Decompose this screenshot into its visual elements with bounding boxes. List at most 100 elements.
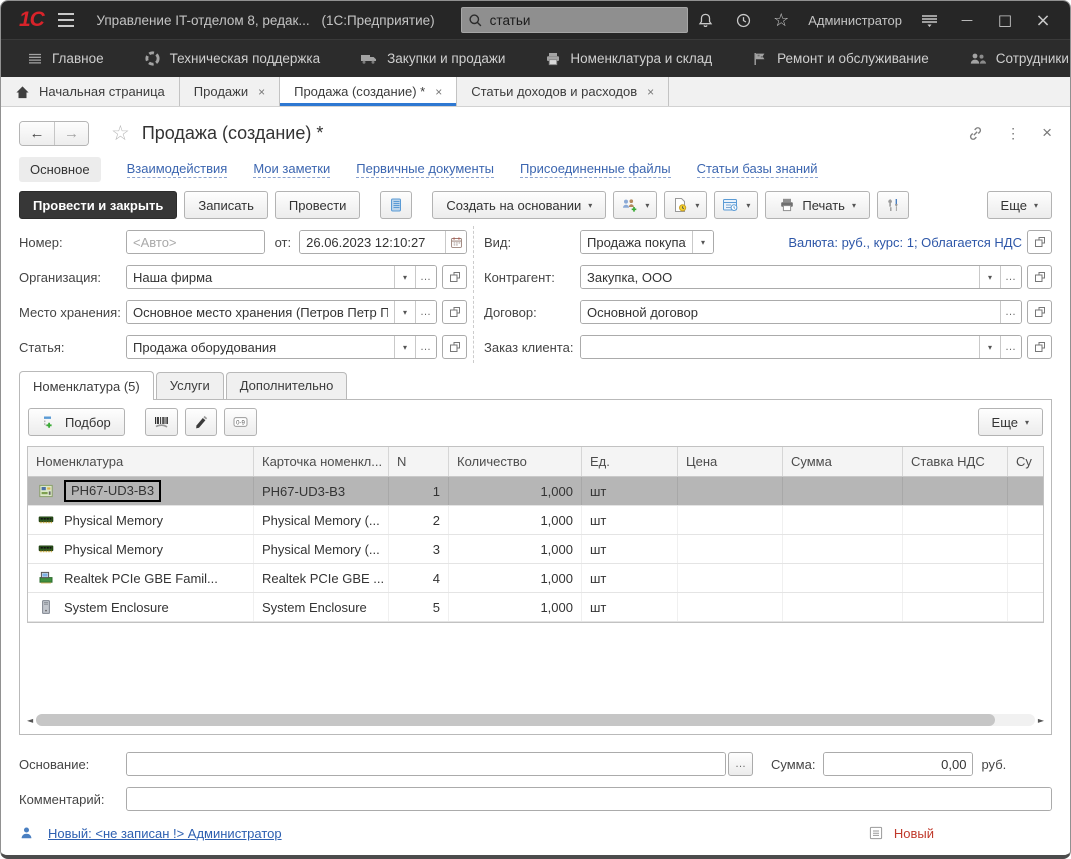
cell-price[interactable] bbox=[678, 506, 783, 534]
tab-income-expense-articles[interactable]: Статьи доходов и расходов × bbox=[457, 77, 669, 106]
navlink-attached-files[interactable]: Присоединенные файлы bbox=[520, 161, 671, 178]
col-n[interactable]: N bbox=[389, 447, 449, 476]
section-repair-service[interactable]: Ремонт и обслуживание bbox=[732, 40, 949, 77]
cell-qty[interactable]: 1,000 bbox=[449, 564, 582, 592]
tab-nomenclature[interactable]: Номенклатура (5) bbox=[19, 371, 154, 400]
main-menu-icon[interactable] bbox=[58, 13, 75, 27]
open-storage-place-icon[interactable] bbox=[442, 300, 467, 324]
choose-ellipsis-icon[interactable]: … bbox=[415, 336, 436, 358]
article-input[interactable] bbox=[127, 336, 394, 358]
tab-additional[interactable]: Дополнительно bbox=[226, 372, 348, 399]
cell-unit[interactable]: шт bbox=[582, 477, 678, 505]
minimize-button[interactable]: — bbox=[950, 6, 984, 34]
get-link-icon[interactable] bbox=[967, 125, 984, 142]
navlink-my-notes[interactable]: Мои заметки bbox=[253, 161, 330, 178]
movements-icon-button[interactable] bbox=[380, 191, 412, 219]
cell-vat-rate[interactable] bbox=[903, 506, 1008, 534]
table-row[interactable]: Realtek PCIe GBE Famil... Realtek PCIe G… bbox=[28, 564, 1043, 593]
counterparty-input[interactable] bbox=[581, 266, 979, 288]
storage-place-input[interactable] bbox=[127, 301, 394, 323]
contract-input[interactable] bbox=[581, 301, 1000, 323]
tab-home[interactable]: Начальная страница bbox=[1, 77, 180, 106]
cell-card[interactable]: Physical Memory (... bbox=[254, 506, 389, 534]
dropdown-caret-icon[interactable]: ▾ bbox=[394, 266, 415, 288]
close-tab-icon[interactable]: × bbox=[258, 85, 265, 99]
dropdown-caret-icon[interactable]: ▾ bbox=[979, 266, 1000, 288]
cell-vat-sum[interactable] bbox=[1008, 593, 1043, 621]
current-user[interactable]: Администратор bbox=[808, 13, 902, 28]
cell-n[interactable]: 3 bbox=[389, 535, 449, 563]
cell-vat-rate[interactable] bbox=[903, 535, 1008, 563]
cell-sum[interactable] bbox=[783, 564, 903, 592]
choose-ellipsis-icon[interactable]: … bbox=[415, 301, 436, 323]
open-counterparty-icon[interactable] bbox=[1027, 265, 1052, 289]
col-nomenclature[interactable]: Номенклатура bbox=[28, 447, 254, 476]
cell-card[interactable]: System Enclosure bbox=[254, 593, 389, 621]
cell-sum[interactable] bbox=[783, 477, 903, 505]
favorites-star-icon[interactable]: ☆ bbox=[764, 6, 798, 34]
cell-qty[interactable]: 1,000 bbox=[449, 535, 582, 563]
tab-sale-create[interactable]: Продажа (создание) * × bbox=[280, 77, 457, 106]
open-currency-icon[interactable] bbox=[1027, 230, 1052, 254]
cell-qty[interactable]: 1,000 bbox=[449, 506, 582, 534]
cell-unit[interactable]: шт bbox=[582, 535, 678, 563]
col-price[interactable]: Цена bbox=[678, 447, 783, 476]
barcode-scanner-icon-button[interactable] bbox=[145, 408, 178, 436]
cell-name[interactable]: Physical Memory bbox=[56, 506, 254, 534]
dropdown-caret-icon[interactable]: ▾ bbox=[394, 336, 415, 358]
close-tab-icon[interactable]: × bbox=[647, 85, 654, 99]
cell-name[interactable]: Physical Memory bbox=[56, 535, 254, 563]
open-contract-icon[interactable] bbox=[1027, 300, 1052, 324]
back-button[interactable]: ← bbox=[20, 122, 54, 145]
cell-n[interactable]: 4 bbox=[389, 564, 449, 592]
cell-vat-sum[interactable] bbox=[1008, 477, 1043, 505]
contact-actions-button[interactable]: ▾ bbox=[613, 191, 657, 219]
open-organization-icon[interactable] bbox=[442, 265, 467, 289]
col-unit[interactable]: Ед. bbox=[582, 447, 678, 476]
data-collection-terminal-icon-button[interactable] bbox=[185, 408, 217, 436]
scroll-left-icon[interactable]: ◄ bbox=[27, 716, 33, 725]
cell-vat-rate[interactable] bbox=[903, 477, 1008, 505]
cell-vat-sum[interactable] bbox=[1008, 564, 1043, 592]
choose-ellipsis-icon[interactable]: … bbox=[415, 266, 436, 288]
cell-name[interactable]: System Enclosure bbox=[56, 593, 254, 621]
navlink-knowledge-base[interactable]: Статьи базы знаний bbox=[697, 161, 818, 178]
cell-vat-sum[interactable] bbox=[1008, 506, 1043, 534]
cell-qty[interactable]: 1,000 bbox=[449, 593, 582, 621]
open-article-icon[interactable] bbox=[442, 335, 467, 359]
navlink-main[interactable]: Основное bbox=[19, 157, 101, 182]
kind-input[interactable] bbox=[581, 231, 692, 253]
cell-n[interactable]: 1 bbox=[389, 477, 449, 505]
post-button[interactable]: Провести bbox=[275, 191, 361, 219]
forward-button[interactable]: → bbox=[54, 122, 88, 145]
add-favorite-star-icon[interactable]: ☆ bbox=[111, 121, 130, 146]
maximize-button[interactable]: □ bbox=[988, 6, 1022, 34]
col-sum[interactable]: Сумма bbox=[783, 447, 903, 476]
sum-input[interactable] bbox=[824, 753, 972, 775]
tab-services[interactable]: Услуги bbox=[156, 372, 224, 399]
notifications-icon[interactable] bbox=[688, 6, 722, 34]
save-button[interactable]: Записать bbox=[184, 191, 268, 219]
cell-n[interactable]: 2 bbox=[389, 506, 449, 534]
dropdown-caret-icon[interactable]: ▾ bbox=[692, 231, 713, 253]
calendar-icon[interactable] bbox=[445, 231, 466, 253]
cell-qty[interactable]: 1,000 bbox=[449, 477, 582, 505]
dropdown-caret-icon[interactable]: ▾ bbox=[979, 336, 1000, 358]
col-vat-sum[interactable]: Су bbox=[1008, 447, 1043, 476]
cell-card[interactable]: PH67-UD3-B3 bbox=[254, 477, 389, 505]
tab-sales-list[interactable]: Продажи × bbox=[180, 77, 280, 106]
print-button[interactable]: Печать▾ bbox=[765, 191, 870, 219]
date-input[interactable] bbox=[300, 231, 445, 253]
global-search[interactable] bbox=[461, 7, 689, 33]
cell-card[interactable]: Physical Memory (... bbox=[254, 535, 389, 563]
cell-sum[interactable] bbox=[783, 506, 903, 534]
cell-vat-rate[interactable] bbox=[903, 593, 1008, 621]
search-input[interactable] bbox=[488, 12, 682, 29]
navlink-primary-documents[interactable]: Первичные документы bbox=[356, 161, 494, 178]
cell-unit[interactable]: шт bbox=[582, 506, 678, 534]
document-status-link[interactable]: Новый: <не записан !> Администратор bbox=[48, 826, 282, 841]
change-form-tools-button[interactable] bbox=[877, 191, 909, 219]
close-tab-icon[interactable]: × bbox=[435, 85, 442, 99]
create-based-on-button[interactable]: Создать на основании▾ bbox=[432, 191, 606, 219]
close-window-button[interactable]: × bbox=[1026, 6, 1060, 34]
